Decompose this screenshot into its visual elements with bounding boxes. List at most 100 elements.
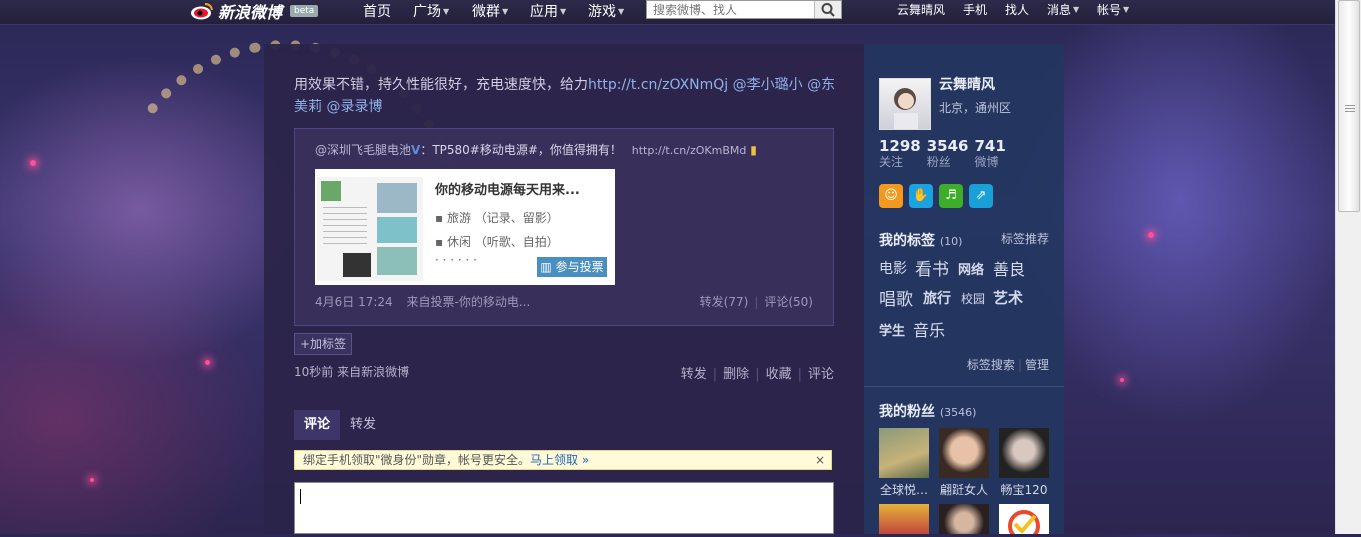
repost-author-link[interactable]: @深圳飞毛腿电池 [315,143,411,157]
avatar[interactable] [879,78,931,130]
search-icon [821,3,835,17]
divider [864,386,1064,387]
comment-tabs: 评论 转发 [294,410,386,440]
search-input[interactable] [647,1,827,18]
nav-messages[interactable]: 消息 ▼ [1047,0,1079,18]
repost-link[interactable]: http://t.cn/zOKmBMd [632,144,747,157]
page-scrollbar[interactable] [1335,0,1361,534]
chevron-down-icon: ▼ [1123,4,1130,14]
close-icon[interactable]: × [815,451,825,469]
tag-search-link[interactable]: 标签搜索 [967,358,1015,372]
background-light [1148,232,1154,238]
tab-forwards[interactable]: 转发 [340,410,386,440]
chevron-down-icon: ▼ [618,6,625,16]
fan-name: 全球悦… [879,483,928,497]
scrollbar-thumb[interactable] [1338,0,1360,212]
repost-meta: 4月6日 17:24 来自投票-你的移动电... [315,293,530,310]
notice-text: 绑定手机领取"微身份"勋章，帐号更安全。 [303,453,531,467]
post-link[interactable]: http://t.cn/zOXNmQj [588,77,728,93]
profile-name[interactable]: 云舞晴风 [939,74,995,94]
stat-following[interactable]: 1298 关注 [879,137,921,169]
delete-link[interactable]: 删除 [723,367,749,382]
nav-mobile[interactable]: 手机 [963,0,987,18]
notice-claim-link[interactable]: 马上领取 » [530,453,589,467]
repost-source[interactable]: 来自投票-你的移动电... [407,295,531,309]
tag-item[interactable]: 旅行 [923,288,951,308]
forward-link[interactable]: 转发 [681,367,707,382]
poll-chart-icon: ▮ [750,143,757,157]
nav-item-games[interactable]: 游戏 ▼ [588,0,624,22]
fan-avatar [999,504,1049,537]
medal-smile-icon[interactable]: ☺ [879,184,903,208]
comment-link[interactable]: 评论 [808,367,834,382]
tag-item[interactable]: 校园 [961,290,985,307]
medal-share-icon[interactable]: ⇗ [969,184,993,208]
grip-icon [1345,105,1355,106]
sina-weibo-logo[interactable]: 新浪微博 beta [190,0,319,22]
repost-text: ：TP580#移动电源#，你值得拥有！ [420,143,622,157]
fan-item[interactable] [999,504,1049,537]
tag-item[interactable]: 艺术 [993,287,1023,308]
post-text: 用效果不错，持久性能很好，充电速度快，给力http://t.cn/zOXNmQj… [294,77,836,115]
fan-item[interactable] [879,504,929,534]
nav-find-people[interactable]: 找人 [1005,0,1029,18]
poll-card[interactable]: 你的移动电源每天用来... ▪ 旅游 （记录、留影） ▪ 休闲 （听歌、自拍） … [315,169,615,285]
background-light [1120,378,1124,382]
post-actions: 转发 | 删除 | 收藏 | 评论 [680,367,834,382]
tag-manage-link[interactable]: 管理 [1025,358,1049,372]
verified-v-icon: V [411,143,421,157]
tag-item[interactable]: 电影 [879,258,907,278]
tab-comments[interactable]: 评论 [294,410,341,440]
logo-text: 新浪微博 [218,3,283,22]
bind-phone-notice: 绑定手机领取"微身份"勋章，帐号更安全。马上领取 » × [294,450,832,470]
fan-avatar [879,504,929,534]
favorite-link[interactable]: 收藏 [766,367,792,382]
nav-user-name[interactable]: 云舞晴风 [897,0,945,18]
chevron-down-icon: ▼ [502,6,509,16]
tag-item[interactable]: 学生 [879,320,905,339]
fan-item[interactable]: 翩跹女人 [939,428,989,498]
nav-account[interactable]: 帐号 ▼ [1097,0,1129,18]
chevron-down-icon: ▼ [443,6,450,16]
fan-avatar [999,428,1049,478]
tag-item[interactable]: 网络 [958,259,984,278]
tags-recommend-link[interactable]: 标签推荐 [1001,230,1049,247]
reposted-weibo: @深圳飞毛腿电池V：TP580#移动电源#，你值得拥有！ http://t.cn… [294,128,834,326]
text-cursor [300,489,301,504]
stat-followers[interactable]: 3546 粉丝 [927,137,969,169]
my-tags-title: 我的标签 (10) [879,233,963,249]
my-fans-title: 我的粉丝 (3546) [879,404,977,420]
bar-chart-icon: ▥ [540,260,552,274]
fan-item[interactable]: 畅宝120 [999,428,1049,498]
search-button[interactable] [814,1,841,18]
nav-item-square[interactable]: 广场 ▼ [413,0,449,22]
nav-item-groups[interactable]: 微群 ▼ [472,0,508,22]
tag-item[interactable]: 音乐 [913,317,945,341]
medal-badges: ☺ ✋ ♬ ⇗ [879,184,993,208]
top-navigation-bar: 新浪微博 beta 首页 广场▼ 微群▼ 应用▼ 游戏▼ 云舞晴风 手机 找人 … [0,0,1335,25]
search-box [646,0,842,19]
add-tag-button[interactable]: +加标签 [294,333,353,355]
repost-forward-link[interactable]: 转发(77) [700,295,749,309]
fan-item[interactable] [939,504,989,534]
stat-weibo[interactable]: 741 微博 [975,137,1006,169]
nav-item-home[interactable]: 首页 [363,0,391,22]
nav-item-apps[interactable]: 应用 ▼ [530,0,566,22]
tag-item[interactable]: 唱歌 [879,285,913,310]
weibo-eye-icon [190,2,214,20]
fan-item[interactable]: 全球悦… [879,428,929,498]
comment-textarea[interactable] [294,482,834,534]
background-light [205,360,210,365]
chevron-down-icon: ▼ [560,6,567,16]
poll-thumbnail [317,177,423,281]
fan-name: 翩跹女人 [939,483,988,497]
repost-time[interactable]: 4月6日 17:24 [315,295,393,309]
repost-comment-link[interactable]: 评论(50) [764,295,813,309]
background-light [90,478,94,482]
join-vote-button[interactable]: ▥ 参与投票 [537,257,607,277]
medal-hand-icon[interactable]: ✋ [909,184,933,208]
medal-music-icon[interactable]: ♬ [939,184,963,208]
tag-item[interactable]: 看书 [915,255,949,280]
tag-item[interactable]: 善良 [993,256,1025,280]
poll-option: ▪ 旅游 （记录、留影） [435,211,559,225]
